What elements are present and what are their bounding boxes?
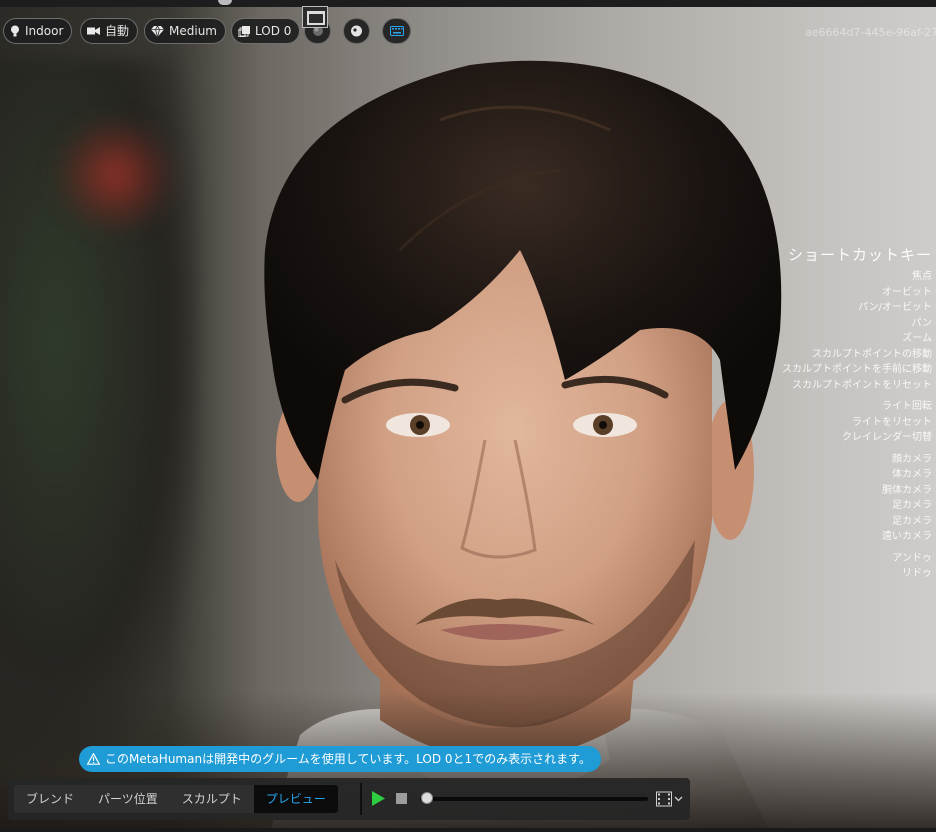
lod-dropdown[interactable]: LOD 0 bbox=[231, 18, 301, 44]
tab-preview[interactable]: プレビュー bbox=[253, 785, 338, 813]
shortcut-item: ライト回転 bbox=[882, 401, 932, 412]
film-clip-icon[interactable] bbox=[656, 791, 684, 807]
mode-tabs: ブレンド パーツ位置 スカルプト プレビュー bbox=[14, 785, 338, 813]
shortcut-item: ライトをリセット bbox=[852, 416, 932, 428]
shortcut-item: 顔カメラ bbox=[892, 453, 932, 465]
lod-label: LOD 0 bbox=[255, 24, 292, 38]
window-bottom-edge bbox=[0, 828, 936, 832]
tab-blend[interactable]: ブレンド bbox=[14, 785, 86, 813]
tab-sculpt[interactable]: スカルプト bbox=[170, 785, 254, 813]
shortcut-item: スカルプトポイントをリセット bbox=[792, 379, 932, 391]
head-view-button[interactable] bbox=[343, 18, 370, 44]
shortcut-item: 体カメラ bbox=[892, 469, 932, 480]
warning-icon bbox=[87, 753, 100, 765]
groom-warning-banner: このMetaHumanは開発中のグルームを使用しています。LOD 0と1でのみ表… bbox=[79, 746, 601, 772]
quality-dropdown[interactable]: Medium bbox=[144, 18, 226, 44]
shortcut-item: ズーム bbox=[902, 333, 932, 344]
monitor-popup-icon bbox=[302, 6, 328, 28]
lighting-dropdown[interactable]: Indoor bbox=[3, 18, 73, 44]
timeline-slider[interactable] bbox=[420, 797, 648, 801]
shortcut-item: 足カメラ bbox=[892, 515, 932, 527]
shortcut-item: リドゥ bbox=[902, 568, 932, 579]
shortcut-item: 胴体カメラ bbox=[882, 484, 932, 496]
stop-icon[interactable] bbox=[396, 793, 407, 804]
shortcut-item: アンドゥ bbox=[892, 552, 932, 564]
shortcut-item: クレイレンダー切替 bbox=[842, 432, 932, 443]
toolbar-divider bbox=[360, 783, 362, 815]
shortcut-item: オービット bbox=[882, 286, 932, 298]
diamond-icon bbox=[151, 25, 164, 37]
shortcut-item: 焦点 bbox=[912, 271, 932, 282]
lightbulb-icon bbox=[11, 25, 19, 37]
quality-label: Medium bbox=[169, 24, 217, 38]
lighting-label: Indoor bbox=[25, 24, 64, 38]
video-camera-icon bbox=[87, 27, 100, 35]
camera-label: 自動 bbox=[105, 24, 130, 38]
tab-parts-position[interactable]: パーツ位置 bbox=[86, 785, 170, 813]
bottom-toolbar: ブレンド パーツ位置 スカルプト プレビュー bbox=[8, 778, 690, 820]
keyboard-shortcuts-button[interactable] bbox=[382, 18, 411, 44]
warning-text: このMetaHumanは開発中のグルームを使用しています。LOD 0と1でのみ表… bbox=[105, 752, 591, 766]
shortcut-keys-title: ショートカットキー bbox=[787, 246, 932, 264]
shortcut-keys-panel: ショートカットキー 焦点 オービット パン/オービット パン ズーム スカルプト… bbox=[782, 244, 932, 582]
shortcut-item: パン bbox=[911, 317, 933, 329]
shortcut-item: スカルプトポイントの移動 bbox=[812, 348, 932, 360]
camera-dropdown[interactable]: 自動 bbox=[80, 18, 139, 44]
asset-id-text: ae6664d7-445e-96af-27 bbox=[805, 26, 936, 39]
play-icon[interactable] bbox=[372, 791, 385, 806]
window-top-edge bbox=[0, 0, 936, 7]
shortcut-item: 遠いカメラ bbox=[882, 531, 932, 542]
shortcut-item: 足カメラ bbox=[892, 500, 932, 511]
shortcut-item: スカルプトポイントを手前に移動 bbox=[782, 364, 932, 375]
app-logo-icon bbox=[218, 0, 232, 5]
head-icon bbox=[351, 25, 362, 36]
lod-layers-icon bbox=[238, 25, 250, 37]
shortcut-item: パン/オービット bbox=[858, 302, 932, 313]
timeline-handle[interactable] bbox=[421, 792, 433, 804]
keyboard-icon bbox=[389, 26, 404, 36]
